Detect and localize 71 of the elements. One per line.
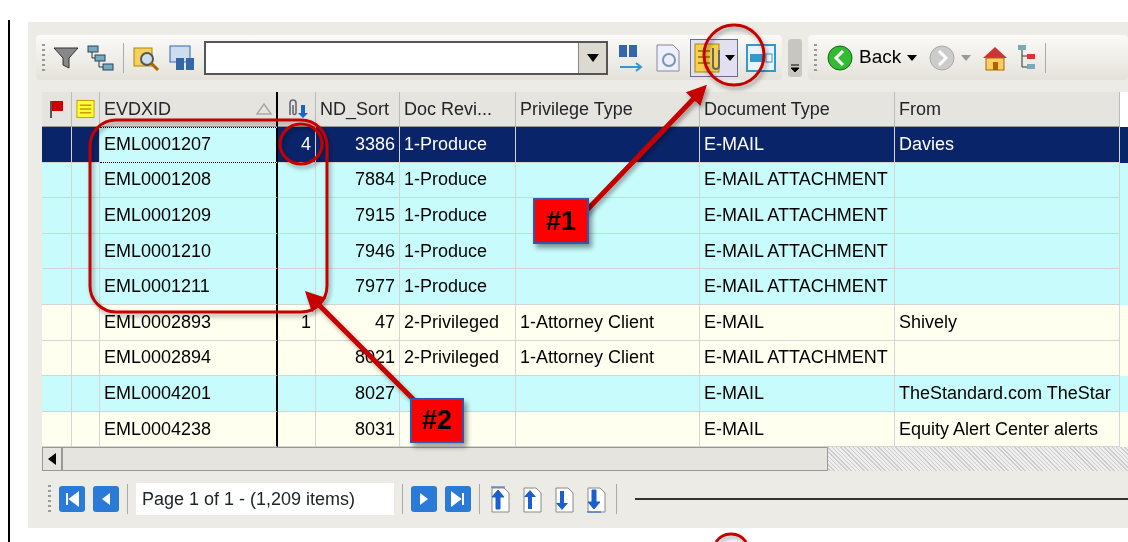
next-page-icon[interactable] bbox=[411, 486, 437, 513]
table-cell: Davies bbox=[895, 127, 1120, 163]
column-header[interactable]: Document Type bbox=[700, 92, 895, 127]
first-page-icon[interactable] bbox=[59, 486, 85, 513]
table-cell: Shively bbox=[895, 304, 1120, 341]
table-cell bbox=[42, 269, 72, 305]
layout-icon[interactable] bbox=[746, 43, 776, 72]
table-cell: 1-Produce bbox=[400, 127, 516, 163]
table-cell: 4 bbox=[278, 127, 316, 163]
overflow-icon[interactable] bbox=[788, 38, 802, 77]
table-cell bbox=[42, 376, 72, 412]
table-cell: 47 bbox=[316, 304, 400, 341]
table-cell: TheStandard.com TheStar bbox=[895, 376, 1120, 412]
caret-icon bbox=[725, 54, 735, 61]
column-header[interactable]: EVDXID bbox=[100, 92, 278, 127]
table-cell: 8027 bbox=[316, 376, 400, 412]
caret-icon bbox=[907, 54, 918, 61]
table-cell: 7977 bbox=[316, 269, 400, 305]
caret-icon bbox=[961, 54, 972, 61]
last-page-icon[interactable] bbox=[445, 486, 471, 513]
back-button[interactable]: Back bbox=[825, 43, 920, 72]
caret-icon bbox=[586, 53, 599, 62]
table-cell: EML0001207 bbox=[100, 127, 278, 163]
search-combo[interactable] bbox=[204, 40, 608, 75]
highlight-circle bbox=[702, 23, 766, 87]
tree-icon[interactable] bbox=[87, 44, 115, 71]
table-cell: E-MAIL bbox=[700, 376, 895, 412]
table-cell: 1-Attorney Client bbox=[516, 304, 700, 341]
table-cell: E-MAIL bbox=[700, 304, 895, 341]
table-cell: 3386 bbox=[316, 127, 400, 163]
column-header[interactable]: From bbox=[895, 92, 1120, 127]
horizontal-scrollbar[interactable] bbox=[42, 447, 1128, 472]
column-header[interactable]: Privilege Type bbox=[516, 92, 700, 127]
table-cell: 1 bbox=[278, 304, 316, 341]
table-cell bbox=[278, 198, 316, 234]
move-down-icon[interactable] bbox=[552, 484, 576, 515]
callout-label: #1 bbox=[533, 198, 589, 244]
column-header[interactable]: ND_Sort bbox=[316, 92, 400, 127]
note-icon bbox=[76, 99, 95, 119]
table-cell: E-MAIL ATTACHMENT bbox=[700, 198, 895, 234]
column-header[interactable]: Doc Revi... bbox=[400, 92, 516, 127]
table-cell: 2-Privileged bbox=[400, 304, 516, 341]
table-cell bbox=[278, 376, 316, 412]
callout-label: #2 bbox=[410, 398, 464, 443]
left-arrow-icon[interactable] bbox=[48, 453, 56, 466]
table-cell bbox=[42, 304, 72, 341]
previous-page-icon[interactable] bbox=[93, 486, 119, 513]
page-status: Page 1 of 1 - (1,209 items) bbox=[136, 483, 394, 516]
table-cell: 1-Produce bbox=[400, 269, 516, 305]
attachment-view-button[interactable] bbox=[690, 38, 738, 77]
filter-icon[interactable] bbox=[53, 45, 79, 70]
slider-track[interactable] bbox=[635, 498, 1128, 501]
table-cell bbox=[72, 269, 100, 305]
table-cell: 1-Produce bbox=[400, 198, 516, 234]
move-up-icon[interactable] bbox=[520, 484, 544, 515]
move-bottom-icon[interactable] bbox=[584, 484, 608, 515]
tree-icon[interactable] bbox=[1017, 43, 1038, 72]
column-header[interactable] bbox=[42, 92, 72, 127]
table-cell bbox=[278, 269, 316, 305]
table-cell bbox=[72, 198, 100, 234]
flag-icon bbox=[49, 100, 64, 118]
column-header[interactable] bbox=[72, 92, 100, 127]
table-cell bbox=[72, 376, 100, 412]
document-icon[interactable] bbox=[654, 42, 682, 73]
table-cell: E-MAIL bbox=[700, 127, 895, 163]
table-cell bbox=[42, 127, 72, 163]
table-cell: E-MAIL ATTACHMENT bbox=[700, 269, 895, 305]
table-cell bbox=[42, 198, 72, 234]
table-cell: 7915 bbox=[316, 198, 400, 234]
highlight-circle bbox=[278, 122, 324, 166]
move-top-icon[interactable] bbox=[488, 484, 512, 515]
